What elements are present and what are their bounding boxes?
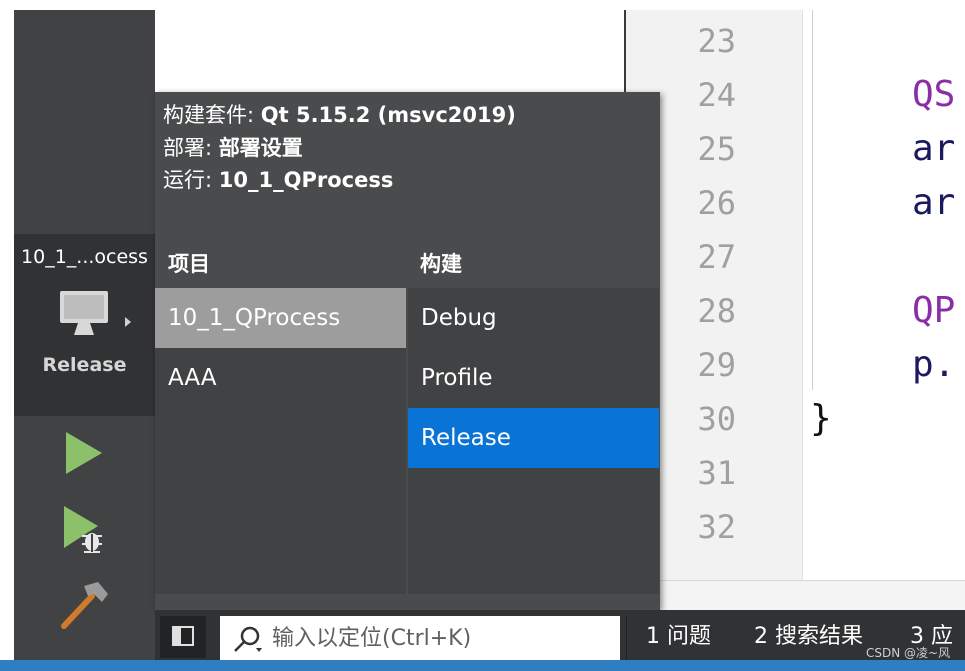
build-config-item[interactable]: Release <box>408 408 659 468</box>
hammer-build-icon[interactable] <box>58 580 110 630</box>
output-tab-search-results[interactable]: 2 搜索结果 <box>754 620 863 654</box>
editor-horizontal-scrollbar[interactable] <box>624 580 965 610</box>
debug-run-icon[interactable] <box>62 504 108 556</box>
status-separator <box>626 616 627 660</box>
build-config-item[interactable]: Profile <box>408 348 659 408</box>
expand-arrow-icon <box>125 317 131 327</box>
scrollbar-border <box>624 580 965 581</box>
run-icon[interactable] <box>64 430 104 476</box>
deploy-info-row: 部署: 部署设置 <box>163 133 303 163</box>
kit-project-name: 10_1_...ocess <box>21 246 148 268</box>
build-config-item[interactable]: Debug <box>408 288 659 348</box>
watermark: CSDN @凌~风 <box>866 646 951 660</box>
tab-number: 1 <box>646 624 660 649</box>
code-text: QS <box>912 74 956 115</box>
project-item[interactable]: 10_1_QProcess <box>155 288 406 348</box>
monitor-icon <box>60 291 108 335</box>
sidebar-panel-icon <box>172 626 194 646</box>
kit-label: 构建套件: <box>163 103 255 127</box>
bottom-accent-stripe <box>0 660 965 671</box>
tab-label: 搜索结果 <box>775 624 864 649</box>
code-text: QP <box>912 290 956 331</box>
code-text: ar <box>912 128 956 169</box>
run-label: 运行: <box>163 168 213 192</box>
kit-build-config: Release <box>42 354 127 376</box>
deploy-value: 部署设置 <box>218 136 303 160</box>
search-icon <box>234 626 262 652</box>
locator-input[interactable] <box>272 619 612 657</box>
gutter-divider <box>802 10 803 580</box>
tab-number: 2 <box>754 624 768 649</box>
fold-marker-line <box>812 10 813 390</box>
builds-column-header: 构建 <box>420 252 462 276</box>
projects-column-header: 项目 <box>168 252 210 276</box>
code-text: p. <box>912 344 956 385</box>
tab-label: 问题 <box>667 624 712 649</box>
code-text: } <box>810 398 832 439</box>
deploy-label: 部署: <box>163 136 213 160</box>
run-info-row: 运行: 10_1_QProcess <box>163 165 393 195</box>
output-tab-issues[interactable]: 1 问题 <box>646 620 711 654</box>
kit-value: Qt 5.15.2 (msvc2019) <box>260 103 516 127</box>
run-value: 10_1_QProcess <box>218 168 394 192</box>
kit-info-row: 构建套件: Qt 5.15.2 (msvc2019) <box>163 100 516 130</box>
project-item[interactable]: AAA <box>155 348 406 408</box>
code-text: ar <box>912 182 956 223</box>
line-number: 23 <box>697 22 736 60</box>
